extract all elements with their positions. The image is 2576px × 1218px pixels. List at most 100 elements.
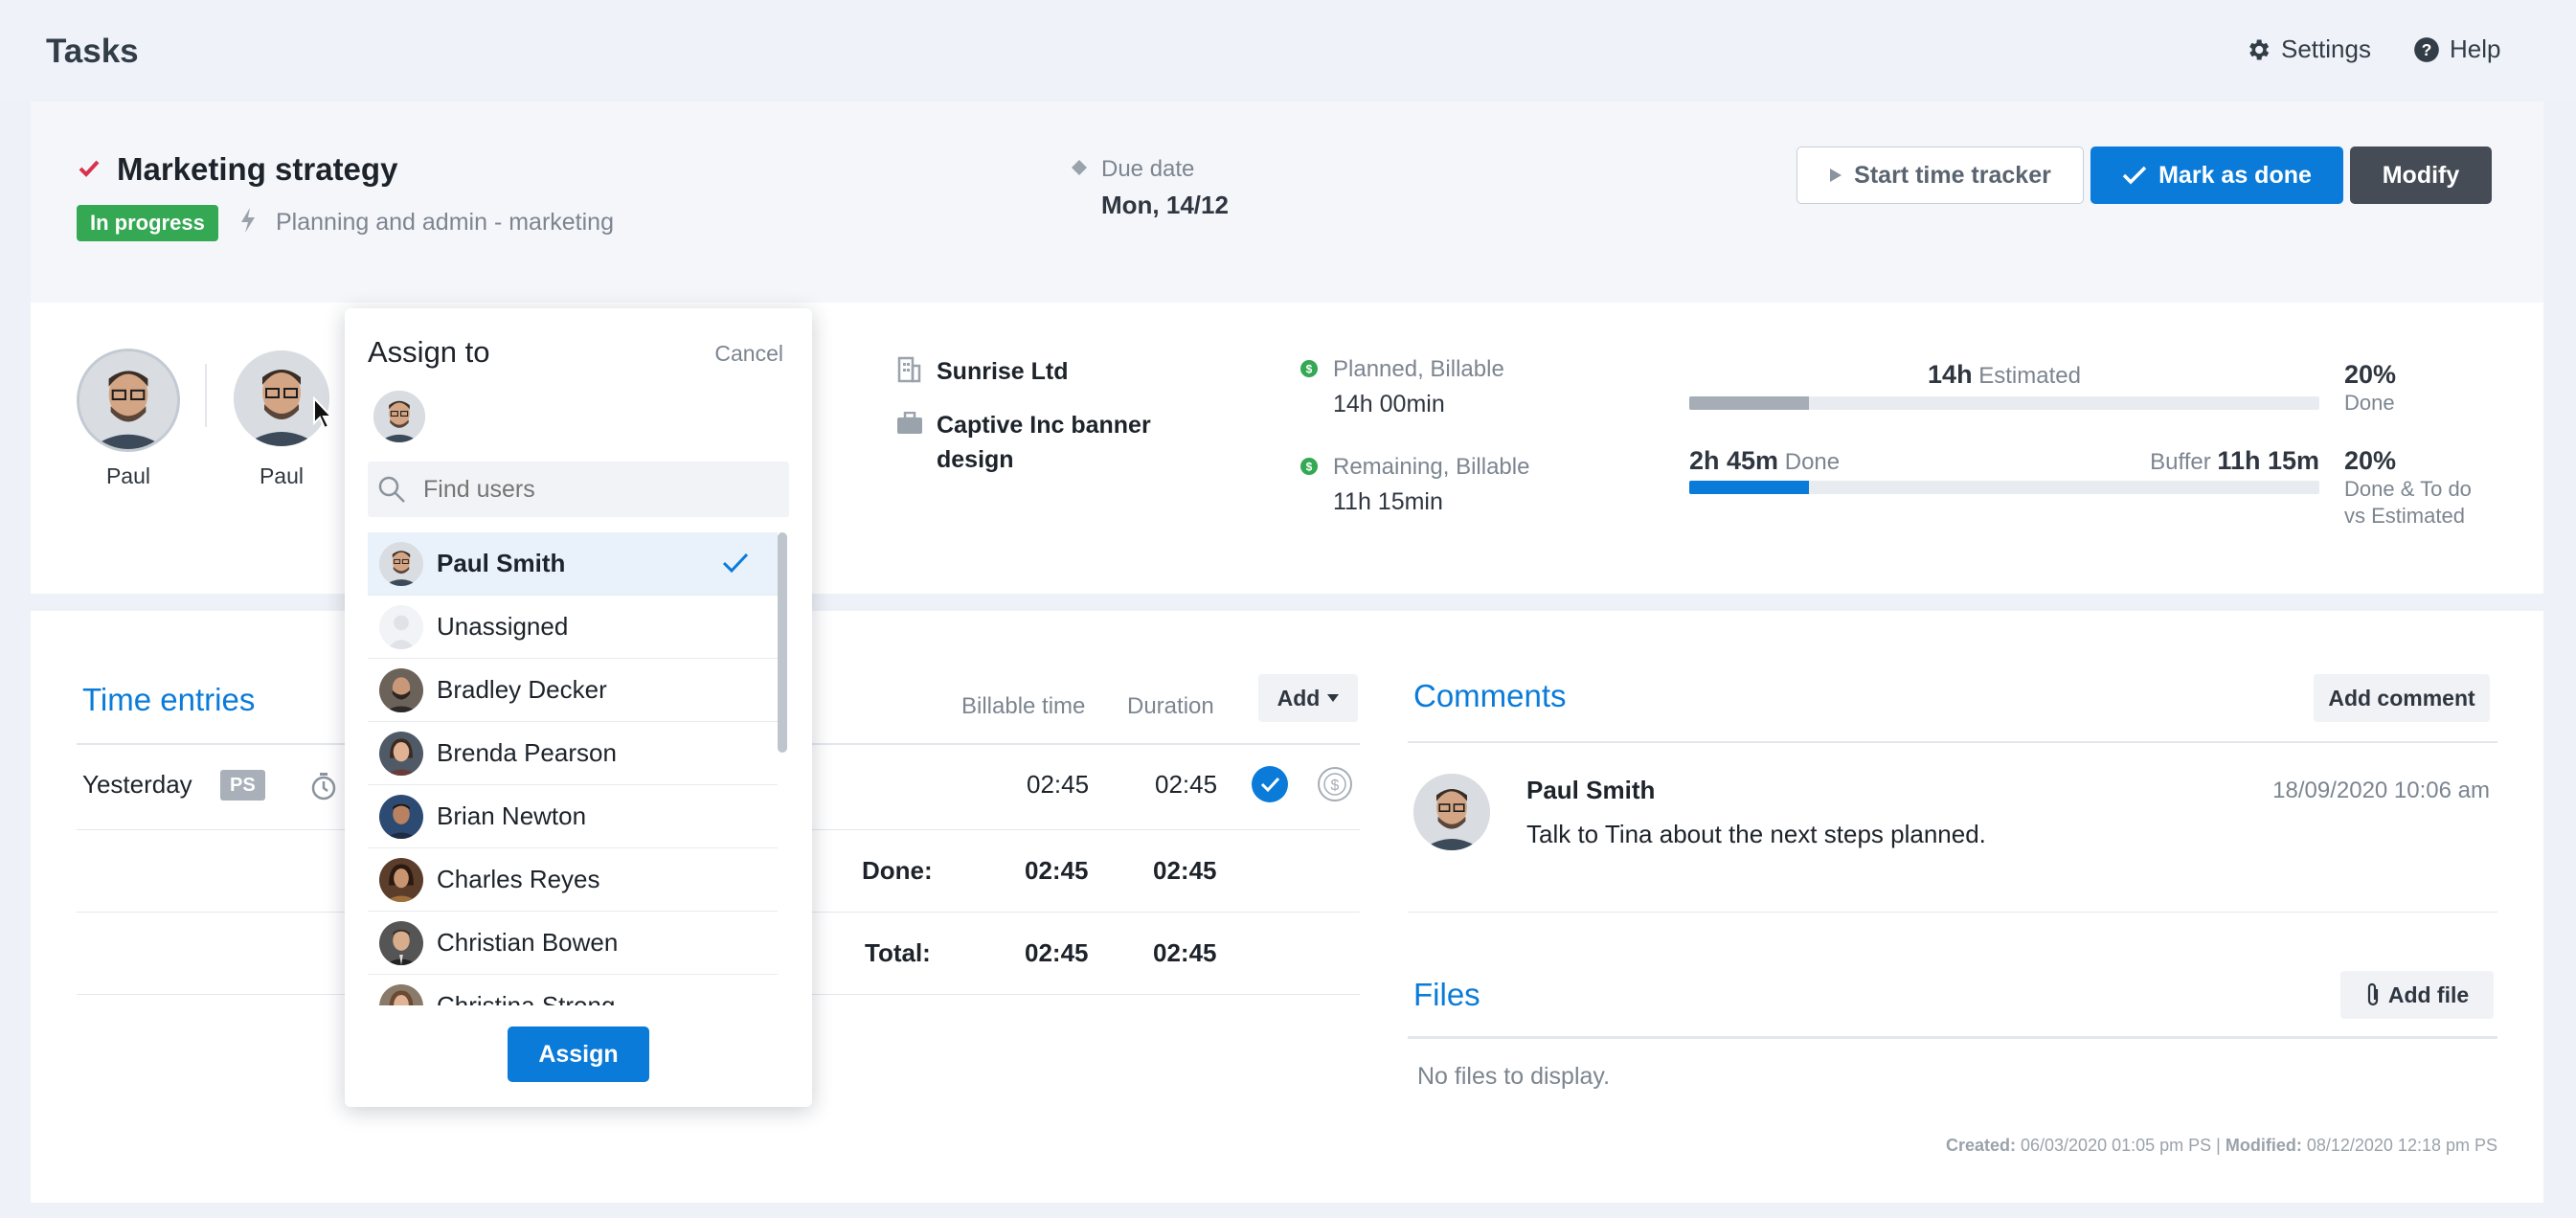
person-face-icon bbox=[373, 391, 425, 442]
total-row-label: Total: bbox=[865, 938, 931, 967]
done-caption: 2h 45m Done bbox=[1689, 446, 1840, 476]
todo-percent-label-2: vs Estimated bbox=[2344, 504, 2465, 528]
project-name-line2: design bbox=[937, 446, 1014, 473]
billable-dollar-icon[interactable]: $ bbox=[1317, 766, 1353, 802]
done-row-label: Done: bbox=[862, 856, 933, 885]
start-time-tracker-button[interactable]: Start time tracker bbox=[1796, 147, 2084, 204]
start-time-tracker-label: Start time tracker bbox=[1854, 161, 2051, 189]
list-item[interactable]: Christian Bowen bbox=[368, 912, 778, 975]
comment-text: Talk to Tina about the next steps planne… bbox=[1526, 820, 1986, 848]
user-name: Christian Bowen bbox=[437, 928, 619, 957]
buffer-value: 11h 15m bbox=[2217, 446, 2319, 475]
buffer-label: Buffer bbox=[2150, 449, 2211, 475]
done-value: 2h 45m bbox=[1689, 446, 1779, 475]
user-name: Paul Smith bbox=[437, 549, 566, 577]
paperclip-icon bbox=[2365, 981, 2381, 1008]
help-icon: ? bbox=[2413, 36, 2440, 63]
planned-value: 14h 00min bbox=[1333, 391, 1445, 417]
project-name-line1: Captive Inc banner bbox=[937, 412, 1151, 439]
status-badge: In progress bbox=[77, 205, 218, 241]
top-bar bbox=[0, 0, 2576, 100]
add-label: Add bbox=[1277, 685, 1321, 710]
list-item[interactable]: Charles Reyes bbox=[368, 848, 778, 912]
person-face-icon bbox=[79, 351, 177, 449]
estimated-label: Estimated bbox=[1978, 363, 2081, 389]
users-list-scrollbar[interactable] bbox=[778, 532, 787, 753]
add-file-button[interactable]: Add file bbox=[2340, 971, 2494, 1019]
help-link[interactable]: ? Help bbox=[2413, 34, 2500, 64]
remaining-label: Remaining, Billable bbox=[1333, 454, 1530, 480]
task-title: Marketing strategy bbox=[117, 151, 398, 187]
settings-label: Settings bbox=[2281, 34, 2371, 63]
cancel-link[interactable]: Cancel bbox=[686, 341, 783, 367]
created-value: 06/03/2020 01:05 pm PS bbox=[2021, 1136, 2212, 1155]
avatar bbox=[1413, 774, 1490, 850]
svg-text:$: $ bbox=[1306, 461, 1313, 474]
entry-date: Yesterday bbox=[82, 770, 192, 799]
svg-text:$: $ bbox=[1331, 778, 1340, 794]
selected-assignee-avatar[interactable] bbox=[373, 391, 425, 442]
list-item[interactable]: Brian Newton bbox=[368, 785, 778, 848]
help-label: Help bbox=[2450, 34, 2501, 63]
caret-down-icon bbox=[1327, 694, 1340, 702]
svg-text:$: $ bbox=[1306, 363, 1313, 376]
estimated-value: 14h bbox=[1928, 360, 1973, 389]
page-title: Tasks bbox=[46, 33, 139, 70]
total-billable: 02:45 bbox=[1025, 938, 1089, 967]
done-progress-bar bbox=[1689, 481, 2319, 494]
placeholder-user-icon bbox=[379, 604, 423, 649]
assign-button[interactable]: Assign bbox=[508, 1026, 649, 1082]
divider bbox=[1408, 741, 2497, 743]
client-name: Sunrise Ltd bbox=[937, 358, 1069, 385]
building-icon bbox=[896, 356, 921, 383]
users-list[interactable]: Paul Smith Unassigned Bradley Decker Bre… bbox=[368, 532, 778, 1005]
avatar bbox=[379, 920, 423, 965]
find-users-field[interactable] bbox=[368, 462, 789, 517]
settings-link[interactable]: Settings bbox=[2245, 34, 2371, 64]
billable-time-header: Billable time bbox=[961, 693, 1086, 719]
comment-timestamp: 18/09/2020 10:06 am bbox=[2272, 778, 2490, 803]
user-name: Charles Reyes bbox=[437, 865, 600, 893]
user-name: Brenda Pearson bbox=[437, 738, 617, 767]
done-percent-label: Done bbox=[2344, 391, 2395, 415]
planned-label: Planned, Billable bbox=[1333, 356, 1504, 382]
dollar-icon: $ bbox=[1300, 458, 1318, 475]
user-name: Bradley Decker bbox=[437, 675, 607, 704]
avatar[interactable] bbox=[77, 349, 180, 452]
modified-label: Modified: bbox=[2225, 1136, 2302, 1155]
divider bbox=[205, 364, 207, 427]
list-item[interactable]: Paul Smith bbox=[368, 532, 778, 596]
remaining-value: 11h 15min bbox=[1333, 488, 1443, 515]
search-input[interactable] bbox=[423, 475, 768, 504]
search-icon bbox=[377, 475, 406, 504]
bolt-icon bbox=[239, 207, 257, 234]
user-name: Unassigned bbox=[437, 612, 569, 641]
mark-as-done-button[interactable]: Mark as done bbox=[2090, 147, 2343, 204]
modify-button[interactable]: Modify bbox=[2350, 147, 2492, 204]
comment-author: Paul Smith bbox=[1526, 776, 1656, 804]
list-item[interactable]: Christina Strong bbox=[368, 975, 778, 1005]
mouse-cursor-icon bbox=[312, 396, 335, 431]
done-billable: 02:45 bbox=[1025, 856, 1089, 885]
modified-value: 08/12/2020 12:18 pm PS bbox=[2306, 1136, 2497, 1155]
task-project: Planning and admin - marketing bbox=[276, 209, 614, 236]
assign-popup-title: Assign to bbox=[368, 335, 490, 369]
add-comment-button[interactable]: Add comment bbox=[2314, 674, 2490, 722]
check-icon bbox=[79, 159, 100, 178]
entry-duration: 02:45 bbox=[1155, 770, 1218, 799]
estimated-progress-fill bbox=[1689, 396, 1810, 410]
estimated-progress-bar bbox=[1689, 396, 2319, 410]
add-time-entry-button[interactable]: Add bbox=[1258, 674, 1358, 722]
list-item[interactable]: Bradley Decker bbox=[368, 659, 778, 722]
play-icon bbox=[1829, 168, 1842, 183]
time-entries-title: Time entries bbox=[82, 682, 256, 717]
list-item[interactable]: Unassigned bbox=[368, 596, 778, 659]
todo-percent: 20% bbox=[2344, 446, 2397, 475]
done-progress-fill bbox=[1689, 481, 1810, 494]
selected-check-icon bbox=[722, 552, 749, 575]
list-item[interactable]: Brenda Pearson bbox=[368, 722, 778, 785]
duration-header: Duration bbox=[1127, 693, 1214, 719]
buffer-caption: Buffer 11h 15m bbox=[2011, 446, 2319, 476]
approved-check-icon[interactable] bbox=[1252, 766, 1288, 802]
files-empty-message: No files to display. bbox=[1417, 1063, 1611, 1090]
